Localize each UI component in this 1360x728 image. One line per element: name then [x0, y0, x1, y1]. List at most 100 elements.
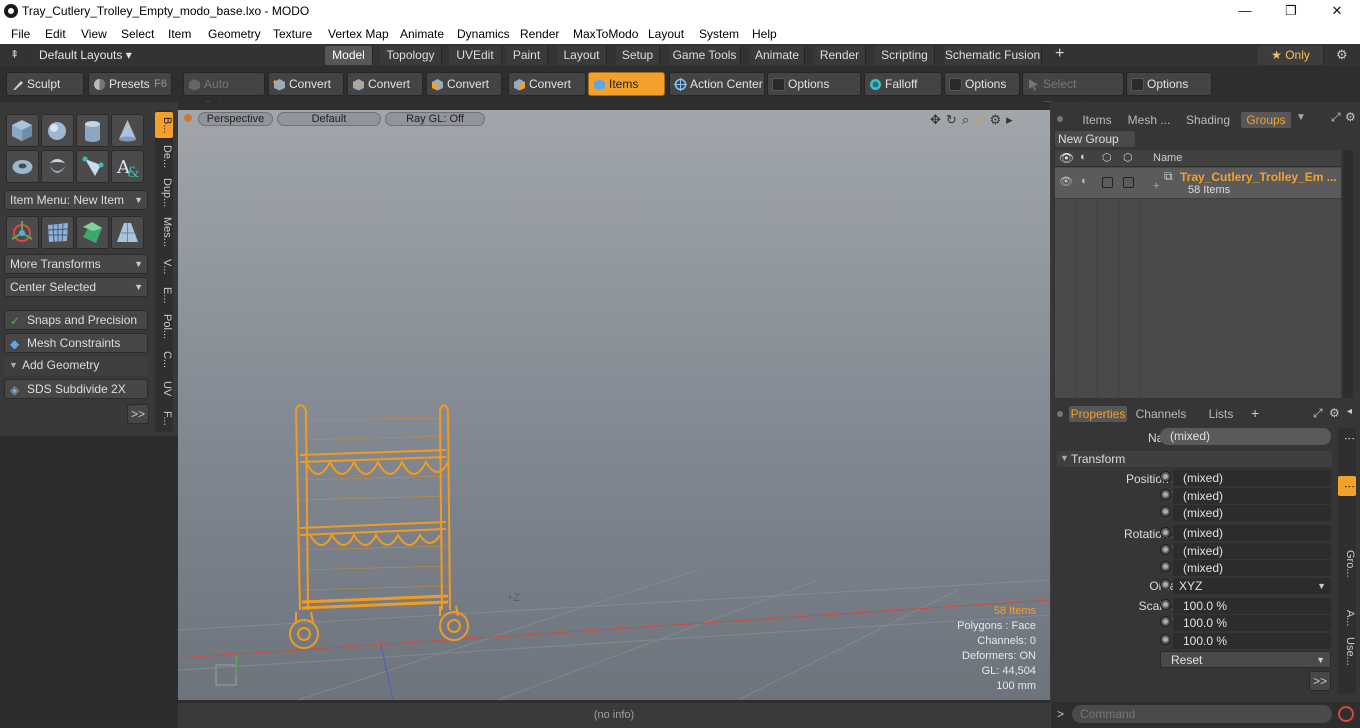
menu-animate[interactable]: Animate [400, 27, 444, 41]
side-tab-groups[interactable]: Gro... [1338, 546, 1356, 582]
plane-tool-button[interactable] [111, 216, 144, 249]
sculpt-button[interactable]: Sculpt [6, 72, 84, 96]
snaps-precision-button[interactable]: ✓ Snaps and Precision [4, 310, 148, 330]
panel-menu-dot[interactable] [1057, 411, 1063, 417]
panel-collapse-icon[interactable]: ◂ [1347, 406, 1352, 417]
menu-texture[interactable]: Texture [273, 27, 312, 41]
menu-edit[interactable]: Edit [45, 27, 66, 41]
menu-select[interactable]: Select [121, 27, 154, 41]
position-z-field[interactable]: (mixed) [1173, 505, 1331, 521]
cylinder-primitive-button[interactable] [76, 114, 109, 147]
order-key[interactable] [1160, 579, 1171, 590]
tab-properties[interactable]: Properties [1069, 406, 1127, 422]
scale-x-key[interactable] [1160, 599, 1171, 610]
add-tab-button[interactable]: + [1055, 45, 1064, 63]
vtab-fusion[interactable]: F... [155, 406, 173, 430]
panel-maximize-icon[interactable]: ⤢ [1331, 110, 1341, 125]
tab-game-tools[interactable]: Game Tools [669, 46, 741, 65]
properties-expand-button[interactable]: >> [1309, 671, 1331, 691]
tab-shading[interactable]: Shading [1181, 112, 1235, 128]
layout-menu-icon[interactable]: ⇞ [10, 48, 19, 61]
rotation-x-field[interactable]: (mixed) [1173, 525, 1331, 541]
convert-edges-button[interactable]: Convert [347, 72, 423, 96]
side-tab-user[interactable]: Use... [1338, 636, 1356, 666]
vtab-deform[interactable]: De... [155, 142, 173, 172]
menu-render[interactable]: Render [520, 27, 559, 41]
tab-layout[interactable]: Layout [557, 46, 607, 65]
convert-materials-button[interactable]: Convert [508, 72, 586, 96]
tab-paint[interactable]: Paint [506, 46, 548, 65]
more-transforms-dropdown[interactable]: More Transforms ▼ [4, 254, 148, 274]
tab-topology[interactable]: Topology [380, 46, 442, 65]
scale-y-field[interactable]: 100.0 % [1173, 615, 1331, 631]
panel-maximize-icon[interactable]: ⤢ [1313, 406, 1323, 421]
scale-z-key[interactable] [1160, 634, 1171, 645]
presets-button[interactable]: Presets F6 [88, 72, 172, 96]
tabs-dropdown-icon[interactable]: ▼ [1296, 112, 1306, 123]
tab-items[interactable]: Items [1075, 112, 1119, 128]
tab-model[interactable]: Model [325, 46, 373, 65]
rotation-y-key[interactable] [1160, 544, 1171, 555]
record-icon[interactable] [1338, 706, 1354, 722]
sds-subdivide-button[interactable]: ◈ SDS Subdivide 2X [4, 379, 148, 399]
name-field[interactable]: (mixed) [1160, 428, 1331, 445]
vtab-polygon[interactable]: Pol... [155, 312, 173, 342]
lock-icon[interactable]: ◐ [1081, 175, 1088, 187]
vtab-vertex[interactable]: V... [155, 256, 173, 278]
command-input[interactable] [1072, 705, 1332, 723]
menu-file[interactable]: File [11, 27, 30, 41]
gear-icon[interactable]: ⚙ [1336, 47, 1348, 63]
tab-mesh[interactable]: Mesh ... [1125, 112, 1173, 128]
sphere-primitive-button[interactable] [41, 114, 74, 147]
vtab-mesh-edit[interactable]: Mes... [155, 214, 173, 250]
grid-tool-button[interactable] [41, 216, 74, 249]
menu-item[interactable]: Item [168, 27, 191, 41]
options-button-2[interactable]: Options [944, 72, 1020, 96]
expand-button[interactable]: >> [127, 404, 149, 424]
vtab-curve[interactable]: C... [155, 348, 173, 372]
transform-tool-button[interactable] [6, 216, 39, 249]
options-button-1[interactable]: Options [767, 72, 861, 96]
menu-view[interactable]: View [81, 27, 107, 41]
menu-geometry[interactable]: Geometry [208, 27, 261, 41]
tab-lists[interactable]: Lists [1195, 406, 1247, 422]
pen-tool-button[interactable] [76, 150, 109, 183]
rotation-x-key[interactable] [1160, 527, 1171, 538]
side-tab-active[interactable]: ⋮ [1338, 476, 1356, 496]
menu-system[interactable]: System [699, 27, 739, 41]
center-selected-dropdown[interactable]: Center Selected ▼ [4, 277, 148, 297]
3d-viewport[interactable]: Perspective Default Ray GL: Off ✥↻⌕⤢⚙▸ Y… [178, 110, 1050, 700]
groups-scrollbar[interactable] [1343, 150, 1353, 398]
item-menu-dropdown[interactable]: Item Menu: New Item ▼ [4, 190, 148, 210]
transform-section-header[interactable]: ▼ Transform [1057, 451, 1332, 467]
texture-cube-button[interactable] [76, 216, 109, 249]
tab-setup[interactable]: Setup [616, 46, 660, 65]
rotation-z-key[interactable] [1160, 561, 1171, 572]
vtab-basic[interactable]: B... [155, 112, 173, 138]
group-name[interactable]: Tray_Cutlery_Trolley_Em ... [1180, 170, 1337, 184]
vtab-edge[interactable]: E... [155, 284, 173, 306]
options-button-3[interactable]: Options [1126, 72, 1212, 96]
cone-primitive-button[interactable] [111, 114, 144, 147]
position-y-field[interactable]: (mixed) [1173, 488, 1331, 504]
select-checkbox[interactable] [1123, 177, 1134, 188]
mesh-constraints-button[interactable]: ◆ Mesh Constraints [4, 333, 148, 353]
items-mode-button[interactable]: Items [588, 72, 665, 96]
side-tab-a[interactable]: A... [1338, 606, 1356, 630]
tab-schematic-fusion[interactable]: Schematic Fusion [944, 46, 1042, 65]
close-button[interactable]: ✕ [1314, 0, 1360, 23]
auto-select-button[interactable]: Auto Select [183, 72, 265, 113]
tab-render[interactable]: Render [814, 46, 866, 65]
default-layouts-dropdown[interactable]: Default Layouts ▾ [39, 48, 132, 62]
position-z-key[interactable] [1160, 506, 1171, 517]
menu-dynamics[interactable]: Dynamics [457, 27, 510, 41]
position-x-key[interactable] [1160, 471, 1171, 482]
position-x-field[interactable]: (mixed) [1173, 470, 1331, 486]
tab-groups[interactable]: Groups [1241, 112, 1291, 128]
rotation-y-field[interactable]: (mixed) [1173, 543, 1331, 559]
text-tool-button[interactable]: A & [111, 150, 144, 183]
add-properties-tab-button[interactable]: + [1251, 405, 1259, 421]
tab-uvedit[interactable]: UVEdit [449, 46, 502, 65]
reset-dropdown[interactable]: Reset ▼ [1160, 651, 1331, 668]
panel-gear-icon[interactable]: ⚙ [1329, 406, 1340, 420]
